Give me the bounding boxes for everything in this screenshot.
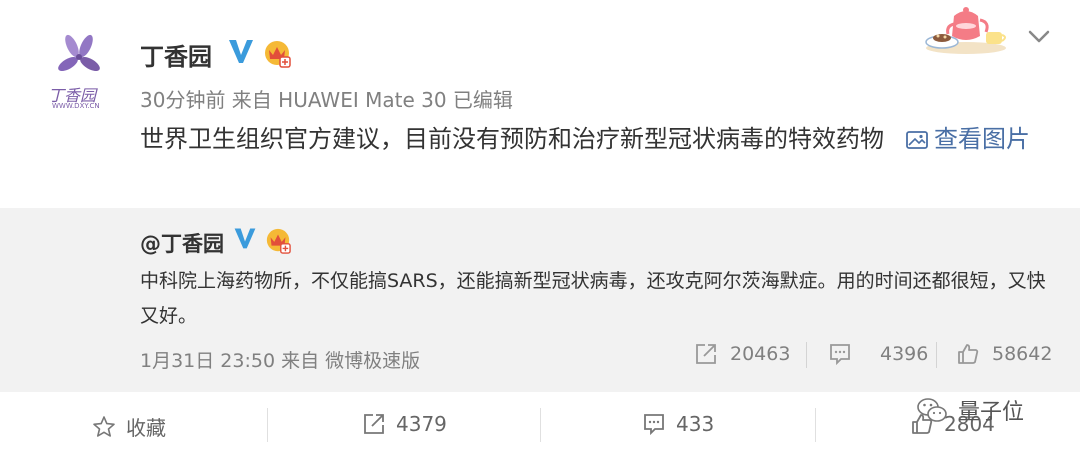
- divider: [267, 408, 268, 442]
- comment-button[interactable]: 433: [642, 412, 714, 436]
- image-icon[interactable]: [906, 131, 928, 149]
- favorite-label: 收藏: [126, 416, 166, 440]
- star-icon: [93, 415, 115, 437]
- retweet-likes: 58642: [992, 343, 1053, 365]
- repost-count: 4379: [396, 412, 447, 436]
- avatar[interactable]: 丁香园 WWW.DXY.CN: [40, 32, 120, 112]
- vip-crown-icon: [266, 228, 291, 254]
- divider: [540, 408, 541, 442]
- thumbs-up-icon: [958, 344, 979, 364]
- repost-button[interactable]: 4379: [362, 412, 447, 436]
- divider: [815, 408, 816, 442]
- post-text: 世界卫生组织官方建议，目前没有预防和治疗新型冠状病毒的特效药物: [140, 125, 884, 153]
- lilac-flower-logo-icon: [58, 34, 100, 71]
- comment-count: 433: [676, 412, 715, 436]
- tea-party-decoration-icon: [925, 7, 1006, 54]
- retweet-reposts: 20463: [730, 343, 791, 365]
- post-meta: 30分钟前 来自 HUAWEI Mate 30 已编辑: [140, 88, 513, 112]
- post-content: 世界卫生组织官方建议，目前没有预防和治疗新型冠状病毒的特效药物 查看图片: [140, 118, 1050, 160]
- divider: [806, 342, 807, 368]
- share-icon: [364, 414, 384, 434]
- wechat-icon: [917, 398, 947, 422]
- verified-v-icon: [229, 40, 253, 63]
- retweet-comment-count[interactable]: 4396: [828, 342, 928, 366]
- retweet-comments: 4396: [880, 343, 929, 365]
- chevron-down-icon[interactable]: [1028, 30, 1050, 44]
- divider: [936, 342, 937, 368]
- verified-v-icon: [234, 228, 256, 249]
- view-image-link[interactable]: 查看图片: [934, 125, 1030, 153]
- post-username[interactable]: 丁香园: [140, 37, 212, 72]
- comment-icon: [644, 414, 664, 436]
- retweet-username[interactable]: @丁香园: [140, 228, 224, 258]
- vip-crown-icon: [265, 41, 291, 68]
- retweet-text: 中科院上海药物所，不仅能搞SARS，还能搞新型冠状病毒，还攻克阿尔茨海默症。用的…: [140, 270, 1046, 327]
- retweet-like-count[interactable]: 58642: [956, 342, 1052, 366]
- comment-icon: [830, 344, 850, 366]
- favorite-button[interactable]: 收藏: [92, 412, 166, 441]
- watermark: 量子位: [916, 394, 1024, 426]
- avatar-logo-url: WWW.DXY.CN: [52, 102, 100, 110]
- retweeted-post[interactable]: @丁香园 中科院上海药物所，不仅能搞SARS，还能搞新型冠状病毒，还攻克阿尔茨海…: [0, 208, 1080, 392]
- watermark-text: 量子位: [958, 400, 1025, 425]
- share-icon: [696, 344, 716, 364]
- retweet-meta: 1月31日 23:50 来自 微博极速版: [140, 350, 421, 372]
- retweet-repost-count[interactable]: 20463: [694, 342, 790, 366]
